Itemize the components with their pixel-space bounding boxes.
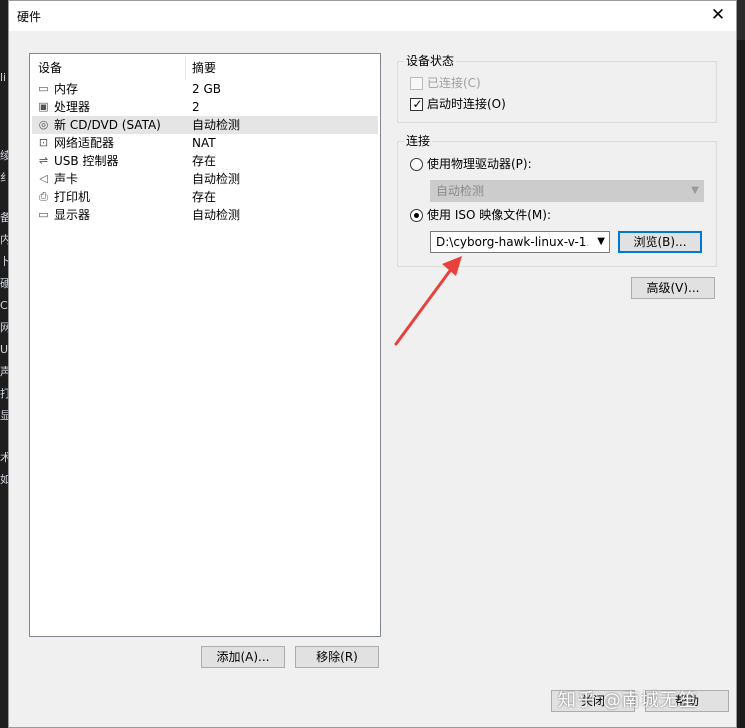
- device-summary: NAT: [192, 136, 216, 150]
- physical-drive-select[interactable]: 自动检测 ▼: [430, 180, 704, 202]
- physical-drive-label: 使用物理驱动器(P):: [427, 157, 532, 171]
- monitor-icon: ▭: [38, 208, 49, 221]
- printer-icon: ⎙: [39, 190, 48, 203]
- connect-at-power-on-label: 启动时连接(O): [427, 97, 506, 111]
- device-name: 打印机: [54, 190, 91, 204]
- device-row[interactable]: ◎ 新 CD/DVD (SATA) 自动检测: [32, 116, 378, 134]
- device-name: 新 CD/DVD (SATA): [54, 118, 161, 132]
- window-title: 硬件: [17, 10, 42, 24]
- usb-icon: ⇌: [38, 154, 49, 167]
- device-summary: 存在: [192, 190, 217, 204]
- device-row[interactable]: ⇌ USB 控制器 存在: [32, 152, 378, 170]
- device-summary: 自动检测: [192, 118, 241, 132]
- device-summary: 自动检测: [192, 172, 241, 186]
- add-button[interactable]: 添加(A)...: [201, 646, 285, 668]
- cpu-icon: ▣: [38, 100, 49, 113]
- physical-drive-radio[interactable]: [410, 158, 423, 171]
- connected-label: 已连接(C): [427, 76, 481, 90]
- radio-selected-dot: [414, 213, 419, 218]
- iso-image-label: 使用 ISO 映像文件(M):: [427, 208, 551, 222]
- device-name: 处理器: [54, 100, 91, 114]
- device-name: 显示器: [54, 208, 91, 222]
- column-header-summary[interactable]: 摘要: [192, 58, 216, 78]
- device-name: USB 控制器: [54, 154, 119, 168]
- device-row[interactable]: ⎙ 打印机 存在: [32, 188, 378, 206]
- device-row[interactable]: ▭ 内存 2 GB: [32, 80, 378, 98]
- watermark: 知乎 @南城无笙: [558, 690, 698, 711]
- device-status-title: 设备状态: [404, 54, 457, 68]
- device-summary: 2: [192, 100, 200, 114]
- column-separator: [185, 56, 186, 80]
- remove-button[interactable]: 移除(R): [295, 646, 379, 668]
- device-name: 内存: [54, 82, 79, 96]
- chevron-down-icon[interactable]: ▼: [597, 236, 605, 248]
- device-summary: 自动检测: [192, 208, 241, 222]
- check-mark-icon: ✓: [412, 97, 423, 111]
- column-header-device[interactable]: 设备: [38, 58, 62, 78]
- browse-button[interactable]: 浏览(B)...: [618, 231, 702, 253]
- connected-checkbox[interactable]: [410, 77, 423, 90]
- annotation-arrow: [394, 256, 462, 346]
- network-icon: ⊡: [38, 136, 49, 149]
- chevron-down-icon: ▼: [691, 185, 699, 196]
- connection-title: 连接: [404, 134, 433, 148]
- physical-drive-value: 自动检测: [436, 184, 485, 198]
- connect-at-power-on-checkbox[interactable]: ✓: [410, 97, 423, 111]
- device-summary: 存在: [192, 154, 217, 168]
- close-icon[interactable]: ✕: [706, 4, 730, 26]
- device-row[interactable]: ⊡ 网络适配器 NAT: [32, 134, 378, 152]
- cd-dvd-icon: ◎: [38, 118, 49, 131]
- device-row[interactable]: ▭ 显示器 自动检测: [32, 206, 378, 224]
- device-name: 声卡: [54, 172, 79, 186]
- iso-image-path-value: D:\cyborg-hawk-linux-v-1.1.iso: [436, 235, 588, 249]
- device-summary: 2 GB: [192, 82, 221, 96]
- device-name: 网络适配器: [54, 136, 115, 150]
- device-row[interactable]: ◁ 声卡 自动检测: [32, 170, 378, 188]
- connection-group: 连接 使用物理驱动器(P): 自动检测 ▼ 使用 ISO 映像文件(M): D:…: [397, 134, 717, 267]
- speaker-icon: ◁: [39, 172, 48, 185]
- advanced-button[interactable]: 高级(V)...: [631, 277, 715, 299]
- device-list[interactable]: 设备 摘要 ▭ 内存 2 GB ▣ 处理器 2 ◎ 新 CD/DVD (SATA) 自动检测 ⊡ 网…: [29, 53, 381, 637]
- iso-image-radio[interactable]: [410, 209, 423, 222]
- title-bar: 硬件 ✕: [9, 1, 736, 31]
- device-status-group: 设备状态 已连接(C) ✓ 启动时连接(O): [397, 54, 717, 123]
- device-row[interactable]: ▣ 处理器 2: [32, 98, 378, 116]
- memory-icon: ▭: [38, 82, 49, 95]
- hardware-dialog: 硬件 ✕ 设备 摘要 ▭ 内存 2 GB ▣ 处理器 2 ◎ 新 CD/DVD (SATA) 自…: [8, 0, 737, 728]
- iso-image-path-input[interactable]: D:\cyborg-hawk-linux-v-1.1.iso ▼: [430, 231, 610, 253]
